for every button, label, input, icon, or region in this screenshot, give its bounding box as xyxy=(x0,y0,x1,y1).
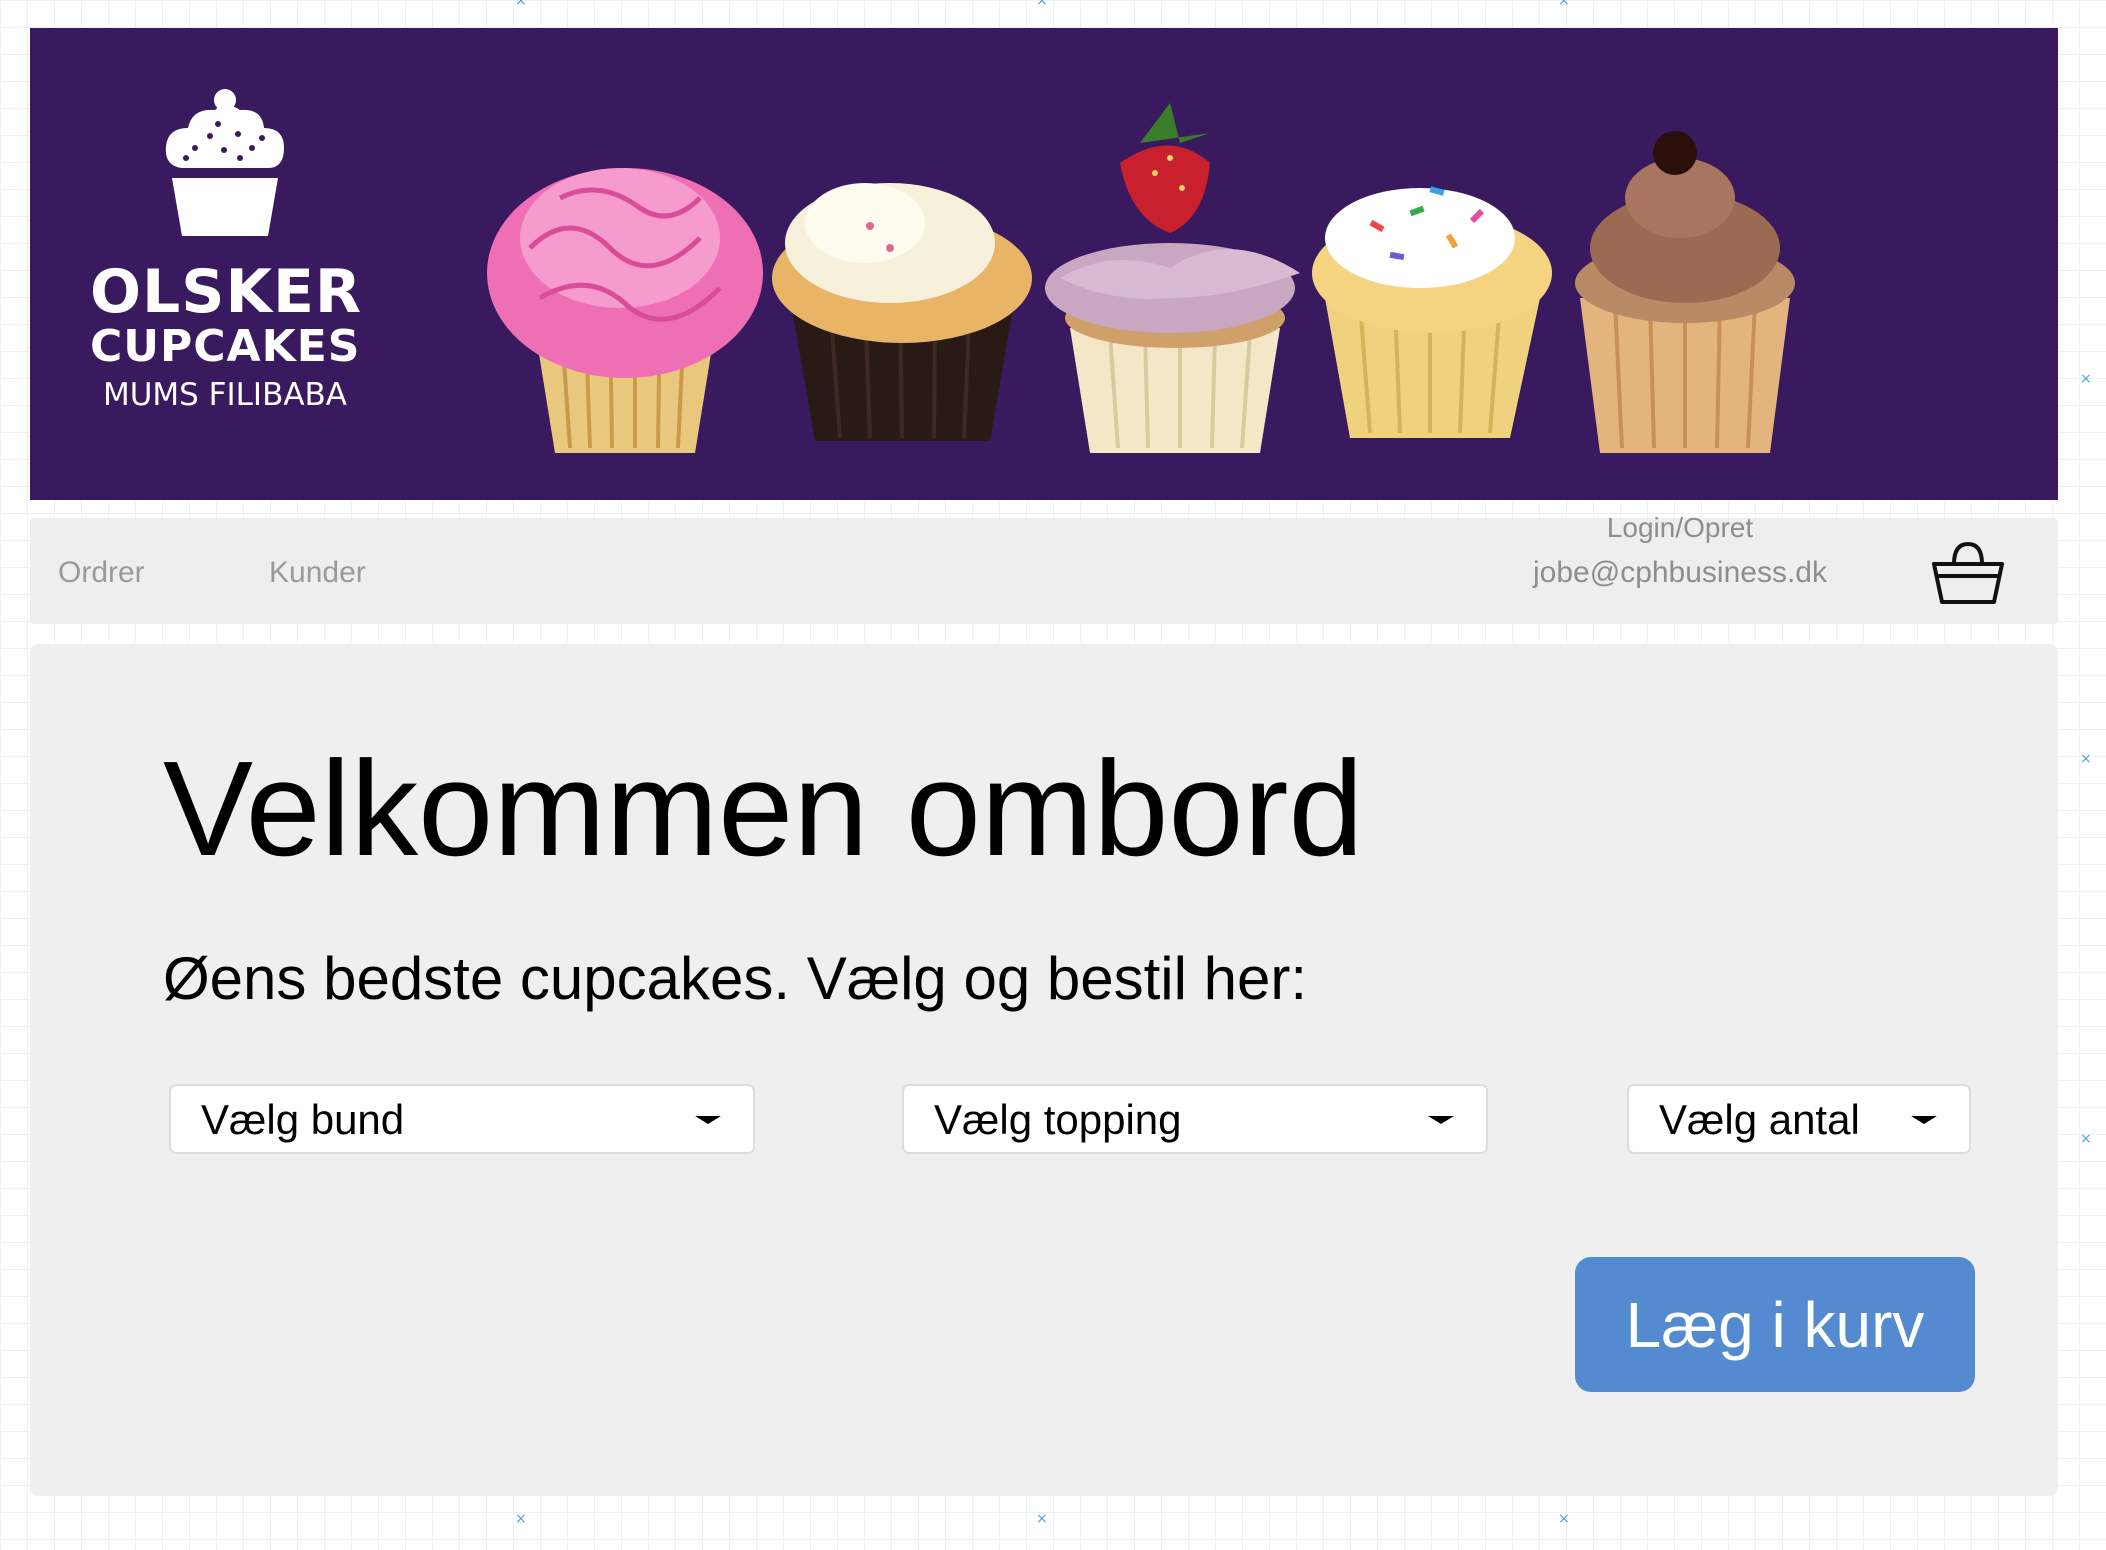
canvas-marker: × xyxy=(1558,0,1570,9)
nav-link-orders[interactable]: Ordrer xyxy=(58,556,145,590)
chocolate-cupcake-image xyxy=(1575,131,1795,453)
canvas-marker: × xyxy=(2080,751,2092,767)
select-topping-label: Vælg topping xyxy=(934,1096,1182,1143)
canvas-marker: × xyxy=(515,1511,527,1527)
user-email: jobe@cphbusiness.dk xyxy=(1533,556,1827,589)
order-panel: Velkommen ombord Øens bedste cupcakes. V… xyxy=(30,644,2058,1496)
page-subtitle: Øens bedste cupcakes. Vælg og bestil her… xyxy=(163,945,1307,1012)
header-banner: OLSKER CUPCAKES MUMS FILIBABA xyxy=(30,28,2058,500)
cupcake-logo-icon xyxy=(165,89,284,236)
select-bottom-dropdown[interactable]: Vælg bund xyxy=(169,1084,755,1154)
canvas-marker: × xyxy=(2080,371,2092,387)
canvas-marker: × xyxy=(1036,1511,1048,1527)
pink-cupcake-image xyxy=(487,168,763,453)
select-quantity-dropdown[interactable]: Vælg antal xyxy=(1627,1084,1971,1154)
brand-logo[interactable]: OLSKER CUPCAKES MUMS FILIBABA xyxy=(90,88,363,418)
canvas-marker: × xyxy=(1558,1511,1570,1527)
brand-name-line2: CUPCAKES xyxy=(90,321,361,372)
page-title: Velkommen ombord xyxy=(163,733,1364,884)
select-quantity-label: Vælg antal xyxy=(1659,1096,1860,1143)
chevron-down-icon xyxy=(695,1116,721,1124)
strawberry-cupcake-image xyxy=(1045,103,1300,453)
add-to-cart-button[interactable]: Læg i kurv xyxy=(1575,1257,1975,1392)
nav-link-customers[interactable]: Kunder xyxy=(269,556,366,590)
select-topping-dropdown[interactable]: Vælg topping xyxy=(902,1084,1488,1154)
brand-tagline: MUMS FILIBABA xyxy=(102,377,348,413)
canvas-marker: × xyxy=(1036,0,1048,9)
canvas-marker: × xyxy=(2080,1131,2092,1147)
canvas-marker: × xyxy=(515,0,527,9)
brand-name-line1: OLSKER xyxy=(90,257,363,327)
chevron-down-icon xyxy=(1428,1116,1454,1124)
login-signup-link[interactable]: Login/Opret xyxy=(1430,512,1930,544)
main-navbar: Ordrer Kunder Login/Opret jobe@cphbusine… xyxy=(30,512,2058,624)
cupcakes-banner-image xyxy=(487,103,1795,453)
sprinkles-cupcake-image xyxy=(1312,186,1552,438)
basket-icon[interactable] xyxy=(1928,536,2008,608)
chevron-down-icon xyxy=(1911,1116,1937,1124)
cream-cupcake-image xyxy=(772,183,1032,441)
select-bottom-label: Vælg bund xyxy=(201,1096,405,1143)
